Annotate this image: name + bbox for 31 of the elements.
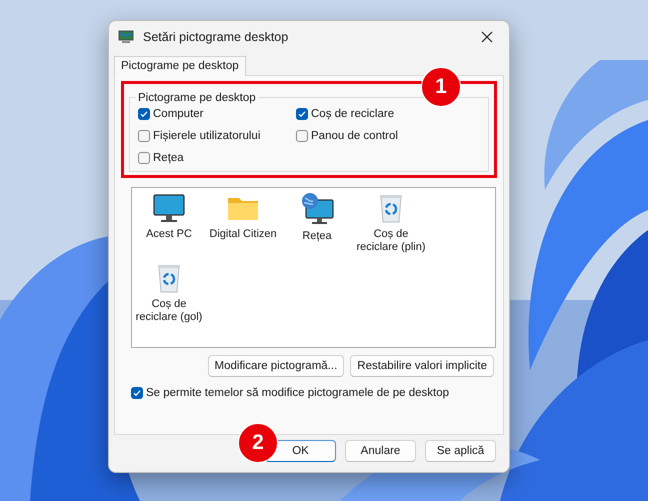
- monitor-icon: [153, 192, 185, 224]
- app-icon: [118, 28, 134, 45]
- icon-label[interactable]: Acest PC: [132, 228, 206, 241]
- checkbox-label: Computer: [153, 108, 204, 120]
- checkbox[interactable]: [296, 130, 308, 142]
- checkbox-label: Fișierele utilizatorului: [153, 130, 260, 142]
- close-icon: [481, 30, 493, 43]
- tab[interactable]: Pictograme pe desktop: [114, 56, 246, 76]
- icon-label[interactable]: Coș de reciclare (plin): [354, 228, 428, 254]
- checkbox[interactable]: [138, 152, 150, 164]
- icon-label[interactable]: Coș de reciclare (gol): [132, 298, 206, 324]
- checkbox-label: Rețea: [153, 152, 184, 164]
- check-icon: [140, 110, 148, 118]
- icon-label[interactable]: Rețea: [280, 230, 354, 243]
- checkbox[interactable]: [131, 387, 143, 400]
- action-button[interactable]: Restabilire valori implicite: [350, 354, 494, 377]
- checkbox-label: Panou de control: [311, 130, 398, 142]
- checkbox[interactable]: [138, 108, 150, 120]
- checkbox-label: Se permite temelor să modifice pictogramele de pe desktop: [146, 387, 449, 400]
- checkbox[interactable]: [138, 130, 150, 142]
- checkbox-label: Coș de reciclare: [311, 108, 394, 120]
- network-icon: [300, 192, 334, 226]
- group-label: Pictograme pe desktop: [137, 92, 257, 104]
- dialog-button[interactable]: Anulare: [345, 440, 416, 462]
- window-title: Setări pictograme desktop: [143, 30, 290, 44]
- check-icon: [298, 110, 306, 118]
- check-icon: [133, 389, 141, 398]
- icon-label[interactable]: Digital Citizen: [206, 228, 280, 241]
- checkbox[interactable]: [296, 108, 308, 120]
- dialog-button[interactable]: Se aplică: [425, 440, 496, 462]
- action-button[interactable]: Modificare pictogramă...: [208, 354, 344, 377]
